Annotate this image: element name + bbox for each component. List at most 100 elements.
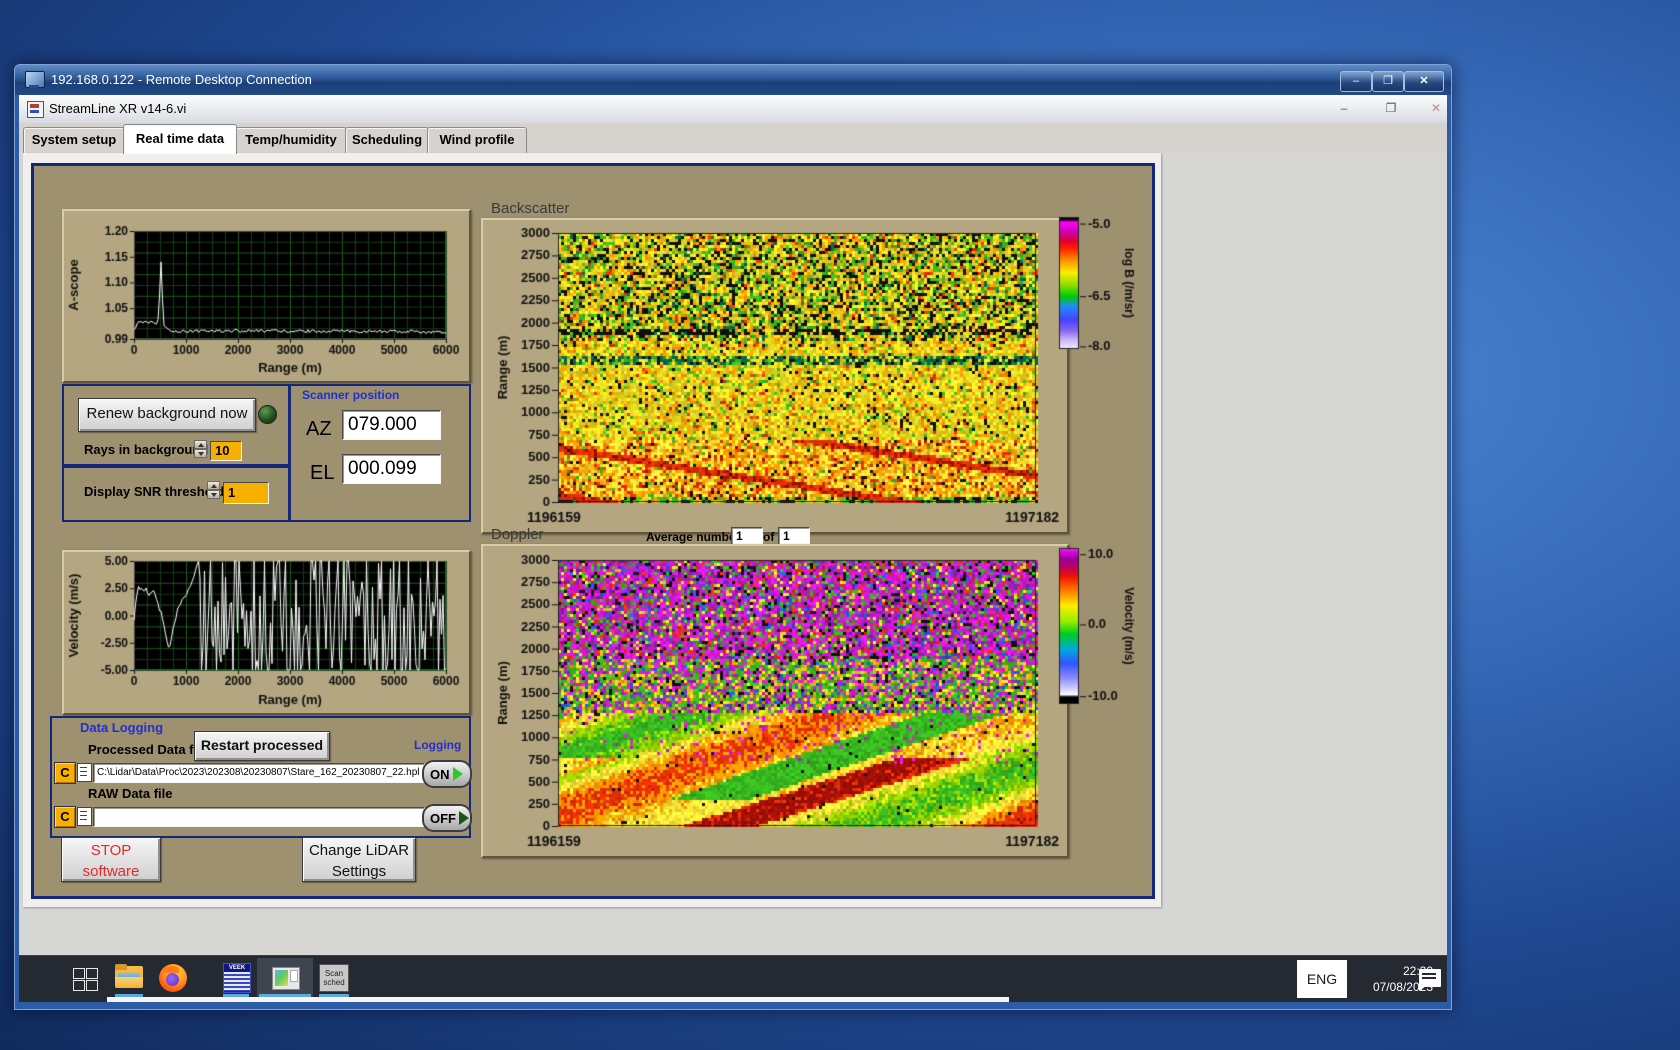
az-label: AZ	[306, 418, 332, 441]
scan-scheduler-button[interactable]: Scan sched	[319, 964, 349, 992]
button-line: STOP	[62, 840, 160, 861]
tab-temp-humidity[interactable]: Temp/humidity	[235, 127, 347, 153]
spinner-down-icon[interactable]	[194, 449, 207, 458]
toggle-off-icon	[459, 811, 469, 825]
ascope-plot	[64, 211, 465, 377]
front-panel: Renew background now Rays in background …	[31, 163, 1155, 899]
logging-label: Logging	[414, 738, 461, 752]
app-close-button[interactable]: ✕	[1423, 99, 1449, 119]
notification-line-icon	[1422, 973, 1436, 975]
veek-app-button[interactable]: VEEK	[223, 963, 251, 993]
app-thumbnail-icon	[275, 970, 288, 986]
remote-desktop-area: StreamLine XR v14-6.vi – ❐ ✕ System setu…	[19, 95, 1447, 1001]
processed-drive-badge[interactable]: C	[54, 762, 76, 784]
firefox-globe-icon	[166, 973, 179, 986]
rdp-titlebar[interactable]: 192.168.0.122 - Remote Desktop Connectio…	[15, 65, 1451, 95]
app-minimize-button[interactable]: –	[1331, 99, 1357, 119]
tab-system-setup[interactable]: System setup	[23, 127, 125, 153]
rays-spinner[interactable]	[194, 440, 207, 459]
tab-real-time-data[interactable]: Real time data	[123, 124, 237, 154]
average-of-label: of	[763, 530, 774, 544]
app-titlebar[interactable]: StreamLine XR v14-6.vi – ❐ ✕	[19, 95, 1447, 124]
tab-label: Real time data	[136, 131, 224, 146]
scanner-position-title: Scanner position	[302, 388, 399, 402]
ascope-graph-panel	[62, 209, 471, 383]
tab-scheduling[interactable]: Scheduling	[345, 127, 429, 153]
rdp-close-button[interactable]: ✕	[1404, 71, 1444, 92]
raw-path-field[interactable]	[93, 807, 425, 827]
veek-app-label: VEEK	[224, 964, 250, 972]
app-thumbnail-pane-icon	[290, 970, 298, 982]
firefox-button[interactable]	[159, 964, 187, 992]
rdp-monitor-icon-base	[29, 85, 39, 88]
folder-tab-icon	[115, 964, 127, 970]
button-line: Change LiDAR	[303, 840, 415, 861]
scanner-position-frame: Scanner position AZ 079.000 EL 000.099	[288, 384, 471, 522]
streamline-app-button[interactable]	[257, 958, 313, 998]
snr-value-field[interactable]: 1	[223, 482, 269, 504]
rdp-window-title: 192.168.0.122 - Remote Desktop Connectio…	[51, 72, 312, 87]
logging-off-toggle[interactable]: OFF	[422, 804, 472, 832]
app-restore-button[interactable]: ❐	[1378, 99, 1404, 119]
velocity-graph-panel	[62, 550, 471, 715]
renew-background-led	[258, 405, 277, 424]
file-path: C:\Lidar\Data\Proc\2023\202308\20230807\…	[97, 767, 420, 778]
doppler-heatmap	[483, 546, 1063, 852]
restart-processed-file-button[interactable]: Restart processed file	[194, 731, 330, 761]
rays-value-field[interactable]: 10	[210, 441, 242, 461]
change-lidar-settings-button[interactable]: Change LiDAR Settings	[302, 837, 416, 882]
tab-label: System setup	[32, 132, 117, 147]
desktop-background: 192.168.0.122 - Remote Desktop Connectio…	[0, 0, 1680, 1050]
rdp-window: 192.168.0.122 - Remote Desktop Connectio…	[14, 64, 1452, 1010]
el-value: 000.099	[342, 454, 441, 484]
rdp-minimize-button[interactable]: –	[1340, 71, 1372, 92]
drive-letter: C	[60, 809, 69, 824]
snr-spinner[interactable]	[207, 481, 220, 500]
start-button[interactable]	[73, 968, 97, 990]
app-window-icon	[272, 967, 300, 990]
scan-scheduler-label: Scan	[320, 969, 348, 978]
start-icon	[86, 968, 98, 979]
maximize-icon: ❐	[1383, 75, 1393, 87]
restore-icon: ❐	[1386, 101, 1397, 115]
renew-background-button[interactable]: Renew background now	[78, 398, 256, 432]
language-code: ENG	[1307, 971, 1337, 987]
minimize-icon: –	[1341, 101, 1348, 115]
tab-content-area: Renew background now Rays in background …	[19, 153, 1447, 955]
path-browse-icon[interactable]	[77, 807, 92, 826]
close-icon: ✕	[1419, 75, 1428, 87]
backscatter-colorbar	[1057, 209, 1139, 364]
stop-software-button[interactable]: STOP software	[61, 837, 161, 882]
tab-label: Temp/humidity	[245, 132, 336, 147]
average-number-label: Average number	[646, 530, 740, 544]
rdp-maximize-button[interactable]: ❐	[1372, 71, 1404, 92]
taskbar: VEEK Scan sched ENG 22:20 07/	[19, 955, 1447, 1002]
language-indicator[interactable]: ENG	[1297, 960, 1347, 998]
field-value: 10	[215, 443, 229, 458]
toggle-label: ON	[430, 767, 450, 782]
processed-path-field[interactable]: C:\Lidar\Data\Proc\2023\202308\20230807\…	[93, 763, 425, 783]
doppler-title: Doppler	[491, 526, 544, 543]
start-icon	[73, 968, 85, 979]
spinner-up-icon[interactable]	[194, 440, 207, 449]
logging-on-toggle[interactable]: ON	[422, 760, 472, 788]
path-browse-icon[interactable]	[77, 763, 92, 782]
field-value: 1	[736, 529, 743, 543]
file-explorer-button[interactable]	[115, 964, 143, 990]
spinner-down-icon[interactable]	[207, 490, 220, 499]
toggle-on-icon	[453, 767, 463, 781]
start-icon	[86, 980, 98, 991]
button-label: Renew background now	[87, 405, 248, 422]
tab-wind-profile[interactable]: Wind profile	[427, 127, 527, 153]
el-label: EL	[310, 462, 334, 485]
field-value: 1	[228, 485, 235, 500]
data-logging-frame: Data Logging Processed Data file Restart…	[50, 716, 471, 838]
drive-letter: C	[60, 765, 69, 780]
data-logging-title: Data Logging	[80, 720, 163, 735]
action-center-icon[interactable]	[1419, 969, 1441, 987]
snr-threshold-label: Display SNR threshold	[84, 484, 224, 499]
tab-label: Wind profile	[440, 132, 515, 147]
spinner-up-icon[interactable]	[207, 481, 220, 490]
raw-drive-badge[interactable]: C	[54, 806, 76, 828]
close-icon: ✕	[1431, 101, 1441, 115]
